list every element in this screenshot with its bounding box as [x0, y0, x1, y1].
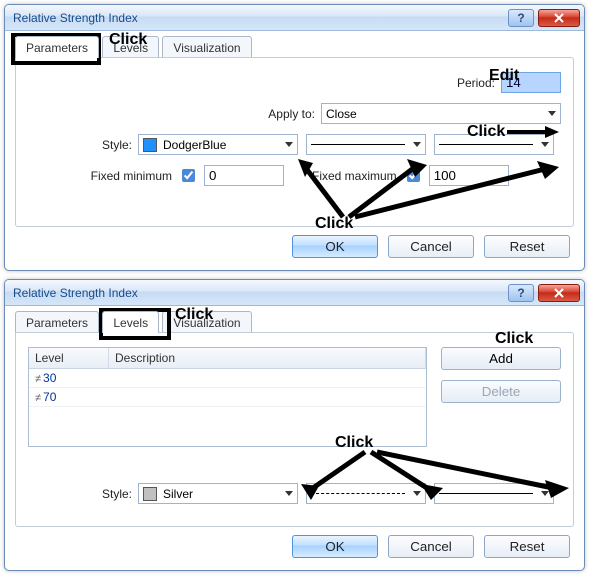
chevron-down-icon: [541, 142, 549, 147]
tab-parameters[interactable]: Parameters: [15, 311, 99, 333]
color-swatch-icon: [143, 487, 157, 501]
period-input[interactable]: [501, 72, 561, 93]
chevron-down-icon: [285, 491, 293, 496]
level-style-line-combo[interactable]: [306, 483, 426, 504]
apply-to-value: Close: [326, 107, 357, 121]
levels-list[interactable]: Level Description ≠30 ≠70: [28, 347, 427, 447]
close-button[interactable]: [538, 284, 580, 302]
window-title: Relative Strength Index: [13, 11, 506, 25]
help-button[interactable]: ?: [508, 284, 534, 302]
line-style-preview: [311, 144, 405, 145]
col-description: Description: [109, 348, 426, 368]
levels-panel: Level Description ≠30 ≠70 Add Delete: [15, 332, 574, 527]
level-line-icon: ≠: [35, 373, 39, 385]
tab-visualization[interactable]: Visualization: [162, 36, 251, 58]
delete-level-button[interactable]: Delete: [441, 380, 561, 403]
level-row[interactable]: ≠70: [29, 388, 426, 407]
period-label: Period:: [457, 76, 501, 90]
chevron-down-icon: [548, 111, 556, 116]
level-style-color-combo[interactable]: Silver: [138, 483, 298, 504]
tab-bar: Parameters Levels Visualization: [15, 35, 574, 57]
level-line-icon: ≠: [35, 392, 39, 404]
style-label: Style:: [28, 487, 138, 501]
fixed-max-input[interactable]: [429, 165, 509, 186]
parameters-panel: Period: Apply to: Close Style: DodgerBlu…: [15, 57, 574, 227]
level-style-color-value: Silver: [163, 487, 193, 501]
reset-button[interactable]: Reset: [484, 535, 570, 558]
style-color-value: DodgerBlue: [163, 138, 226, 152]
fixed-min-input[interactable]: [204, 165, 284, 186]
style-label: Style:: [28, 138, 138, 152]
style-line-combo[interactable]: [306, 134, 426, 155]
apply-to-label: Apply to:: [268, 107, 321, 121]
chevron-down-icon: [285, 142, 293, 147]
chevron-down-icon: [413, 142, 421, 147]
fixed-min-checkbox[interactable]: [182, 169, 195, 182]
tab-levels[interactable]: Levels: [102, 36, 159, 58]
dialog-buttons: OK Cancel Reset: [15, 227, 574, 260]
tab-parameters[interactable]: Parameters: [15, 36, 99, 58]
color-swatch-icon: [143, 138, 157, 152]
ok-button[interactable]: OK: [292, 235, 378, 258]
dialog-buttons: OK Cancel Reset: [15, 527, 574, 560]
tab-visualization[interactable]: Visualization: [162, 311, 251, 333]
line-style-preview: [311, 493, 405, 494]
close-icon: [554, 288, 564, 298]
window-title: Relative Strength Index: [13, 286, 506, 300]
tab-levels[interactable]: Levels: [102, 311, 159, 333]
apply-to-combo[interactable]: Close: [321, 103, 561, 124]
cancel-button[interactable]: Cancel: [388, 535, 474, 558]
level-style-width-combo[interactable]: [434, 483, 554, 504]
style-color-combo[interactable]: DodgerBlue: [138, 134, 298, 155]
chevron-down-icon: [541, 491, 549, 496]
help-button[interactable]: ?: [508, 9, 534, 27]
rsi-dialog-parameters: Relative Strength Index ? Parameters Lev…: [4, 4, 585, 271]
title-bar: Relative Strength Index ?: [5, 280, 584, 306]
add-level-button[interactable]: Add: [441, 347, 561, 370]
reset-button[interactable]: Reset: [484, 235, 570, 258]
cancel-button[interactable]: Cancel: [388, 235, 474, 258]
line-width-preview: [439, 144, 533, 145]
rsi-dialog-levels: Relative Strength Index ? Parameters Lev…: [4, 279, 585, 571]
col-level: Level: [29, 348, 109, 368]
fixed-max-checkbox[interactable]: [407, 169, 420, 182]
style-width-combo[interactable]: [434, 134, 554, 155]
close-icon: [554, 13, 564, 23]
tab-bar: Parameters Levels Visualization: [15, 310, 574, 332]
line-width-preview: [439, 493, 533, 494]
ok-button[interactable]: OK: [292, 535, 378, 558]
level-row[interactable]: ≠30: [29, 369, 426, 388]
close-button[interactable]: [538, 9, 580, 27]
levels-list-header: Level Description: [29, 348, 426, 369]
fixed-max-label: Fixed maximum: [312, 169, 403, 183]
title-bar: Relative Strength Index ?: [5, 5, 584, 31]
chevron-down-icon: [413, 491, 421, 496]
fixed-min-label: Fixed minimum: [28, 169, 178, 183]
